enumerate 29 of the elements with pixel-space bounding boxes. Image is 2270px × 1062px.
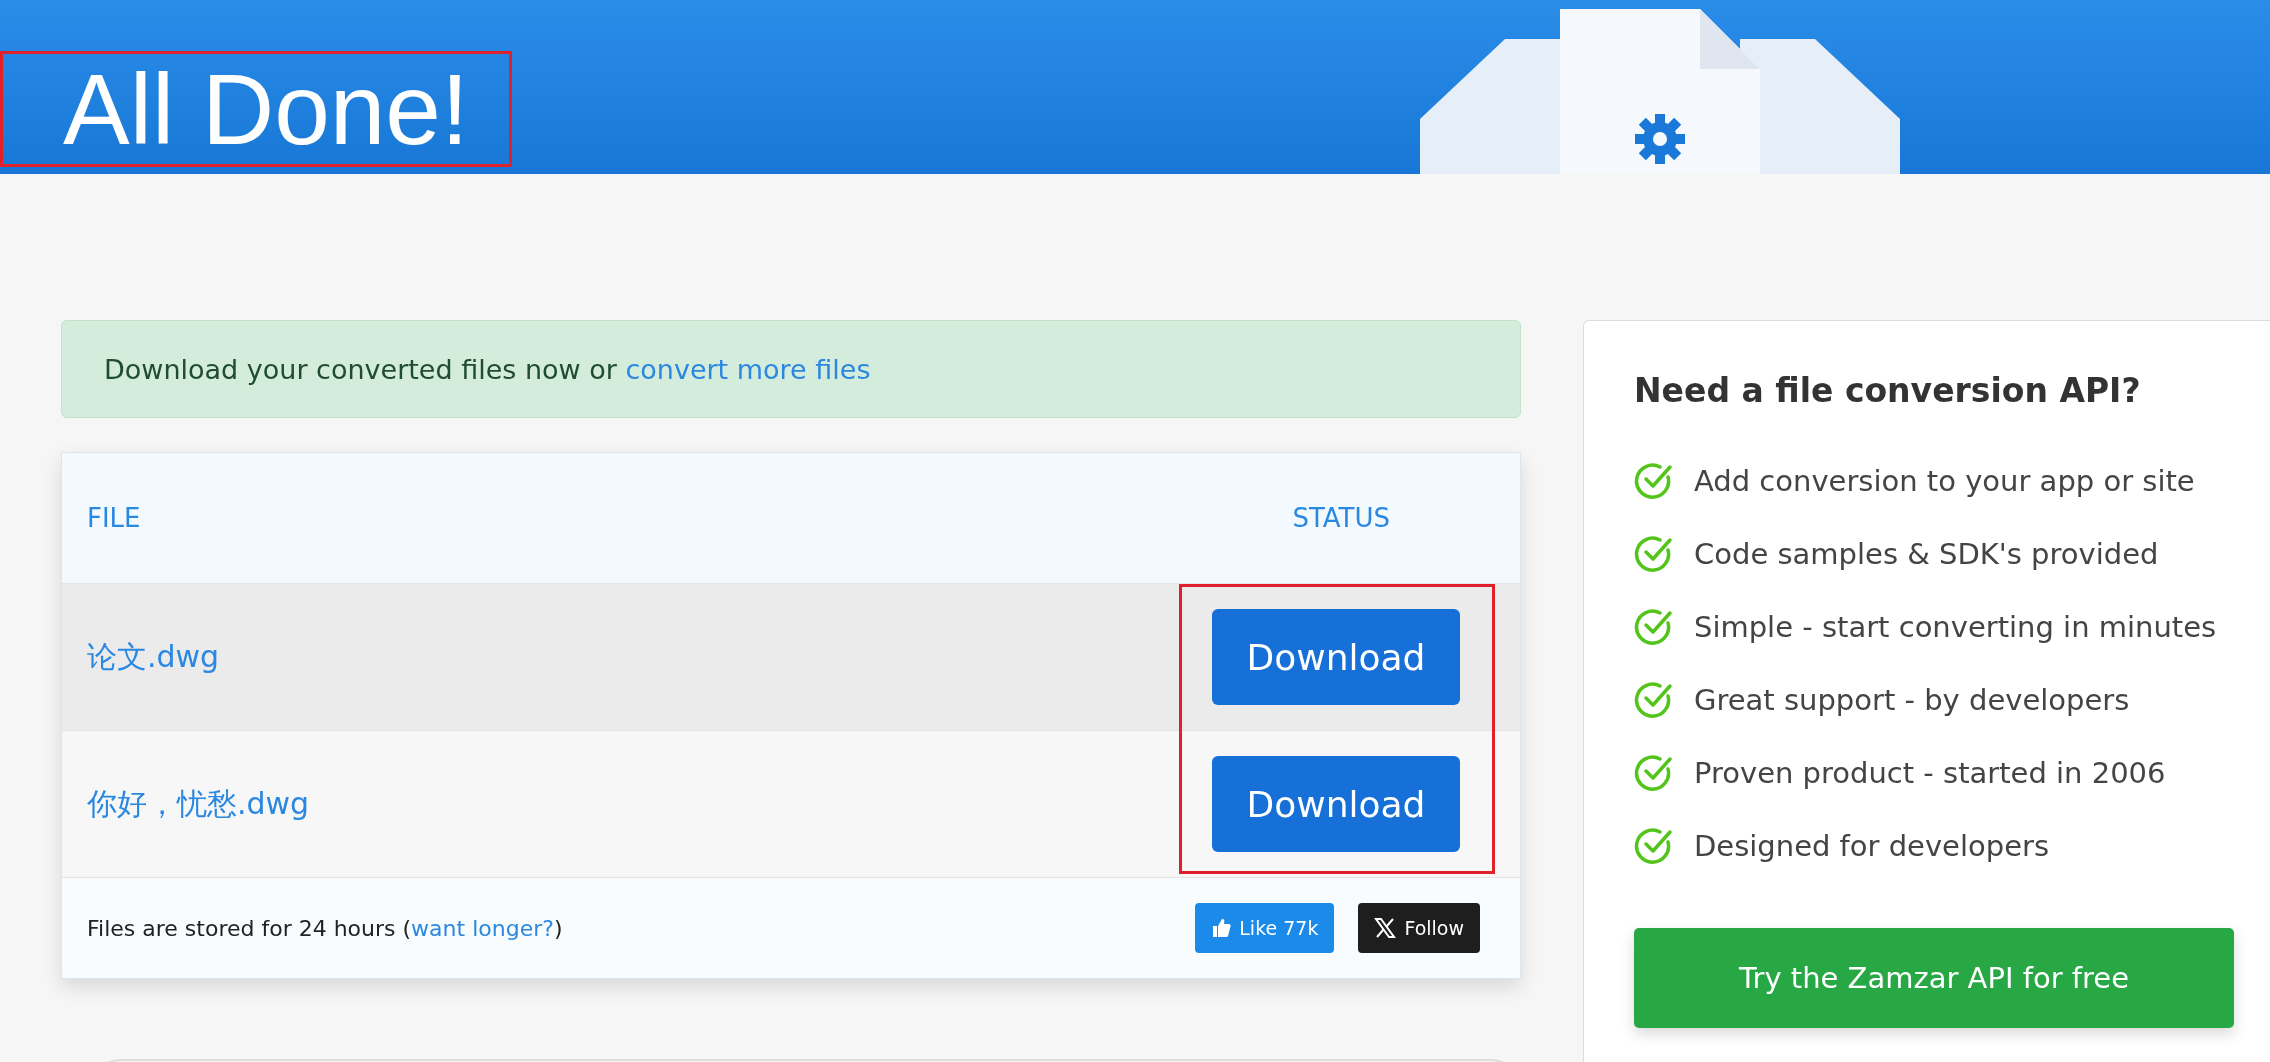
check-circle-icon bbox=[1634, 606, 1674, 647]
follow-button[interactable]: Follow bbox=[1358, 903, 1480, 953]
promo-heading: Need a file conversion API? bbox=[1634, 371, 2142, 410]
x-logo-icon bbox=[1374, 917, 1397, 939]
page-title: All Done! bbox=[63, 54, 469, 164]
feature-text: Add conversion to your app or site bbox=[1694, 463, 2195, 498]
feature-text: Code samples & SDK's provided bbox=[1694, 536, 2159, 571]
feature-text: Great support - by developers bbox=[1694, 682, 2130, 717]
column-header: FILE bbox=[87, 503, 141, 533]
thumbs-up-icon bbox=[1211, 918, 1232, 938]
check-circle-icon bbox=[1634, 752, 1674, 793]
download-button[interactable]: Download bbox=[1212, 609, 1460, 705]
feature-text: Proven product - started in 2006 bbox=[1694, 755, 2166, 790]
storage-note: Files are stored for 24 hours (want longer?) bbox=[87, 915, 563, 941]
check-circle-icon bbox=[1634, 825, 1674, 866]
alert-message: Download your converted files now or convert more files bbox=[104, 353, 871, 385]
try-api-button[interactable]: Try the Zamzar API for free bbox=[1634, 928, 2234, 1028]
check-circle-icon bbox=[1634, 533, 1674, 574]
file-name-link[interactable]: 论文.dwg bbox=[87, 636, 220, 678]
feature-text: Simple - start converting in minutes bbox=[1694, 609, 2217, 644]
feature-text: Designed for developers bbox=[1694, 828, 2050, 863]
convert-more-link[interactable]: convert more files bbox=[625, 353, 871, 385]
like-button[interactable]: Like 77k bbox=[1195, 903, 1335, 953]
column-header: STATUS bbox=[1292, 503, 1390, 533]
download-button[interactable]: Download bbox=[1212, 756, 1460, 852]
check-circle-icon bbox=[1634, 679, 1674, 720]
check-circle-icon bbox=[1634, 460, 1674, 501]
want-longer-link[interactable]: want longer? bbox=[411, 915, 554, 941]
file-name-link[interactable]: 你好，忧愁.dwg bbox=[87, 783, 310, 825]
